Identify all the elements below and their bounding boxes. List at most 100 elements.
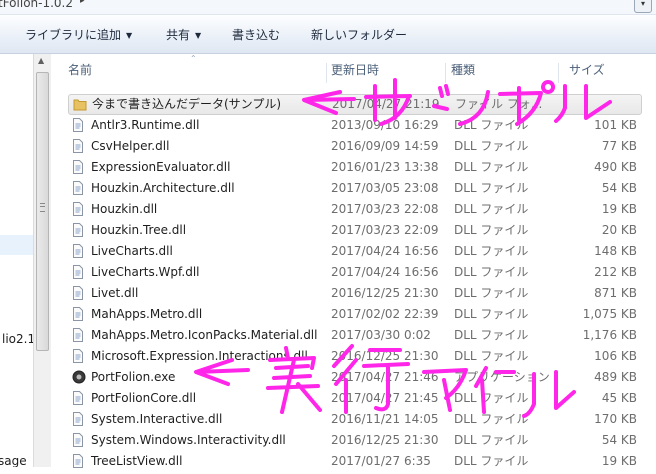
file-row[interactable]: Houzkin.Architecture.dll 2017/03/05 23:08…	[51, 178, 656, 198]
file-row[interactable]: ExpressionEvaluator.dll 2016/01/23 13:38 D…	[51, 157, 656, 177]
file-name: MahApps.Metro.IconPacks.Material.dll	[91, 328, 318, 342]
file-type: DLL ファイル	[454, 202, 529, 216]
file-row[interactable]: Antlr3.Runtime.dll 2013/09/10 16:29 DLL ファ…	[51, 115, 656, 135]
file-type: DLL ファイル	[454, 118, 529, 132]
nav-selected-item[interactable]	[0, 235, 33, 255]
column-header-date[interactable]: 更新日時	[326, 63, 446, 83]
file-row[interactable]: MahApps.Metro.dll 2017/02/02 22:39 DLL ファイ…	[51, 304, 656, 324]
file-name: PortFolion.exe	[91, 370, 176, 384]
column-header-type[interactable]: 種類	[446, 63, 559, 83]
file-row[interactable]: LiveCharts.dll 2017/04/24 16:56 DLL ファイル 14…	[51, 241, 656, 261]
file-row[interactable]: Microsoft.Expression.Interactions.dll 201…	[51, 346, 656, 366]
file-size: 54 KB	[601, 433, 637, 447]
file-size: 212 KB	[594, 265, 637, 279]
file-date: 2017/03/05 23:08	[331, 181, 439, 195]
header-name-label: 名前	[68, 63, 93, 77]
file-date: 2017/04/27 21:45	[331, 391, 439, 405]
file-size: 45 KB	[601, 391, 637, 405]
header-date-label: 更新日時	[331, 63, 380, 77]
file-name: System.Interactive.dll	[91, 412, 223, 426]
file-size: 490 KB	[594, 160, 637, 174]
nav-item-usage[interactable]: sage	[0, 454, 27, 467]
file-type: DLL ファイル	[454, 286, 529, 300]
file-size: 19 KB	[601, 202, 637, 216]
dll-file-icon	[72, 223, 84, 237]
share-button[interactable]: 共有 ▼	[166, 26, 201, 44]
scroll-up-icon[interactable]: ▲	[38, 56, 44, 65]
file-date: 2016/12/25 21:30	[331, 286, 439, 300]
file-type: DLL ファイル	[454, 433, 529, 447]
dll-file-icon	[72, 265, 84, 279]
title-dropdown-button[interactable]: ▾	[634, 0, 652, 13]
file-date: 2016/01/23 13:38	[331, 160, 439, 174]
file-name: Houzkin.Tree.dll	[91, 223, 187, 237]
file-date: 2016/09/09 14:59	[331, 139, 439, 153]
file-row[interactable]: TreeListView.dll 2017/01/27 6:35 DLL ファイル 1…	[51, 451, 656, 471]
navigation-pane[interactable]: lio2.1 sage	[0, 54, 34, 467]
file-name: CsvHelper.dll	[91, 139, 170, 153]
file-row[interactable]: Houzkin.Tree.dll 2017/03/23 22:09 DLL ファイル…	[51, 220, 656, 240]
file-type: ファイル フォ...	[455, 97, 543, 111]
file-type: DLL ファイル	[454, 328, 529, 342]
dll-file-icon	[72, 139, 84, 153]
file-date: 2017/01/27 6:35	[331, 454, 431, 468]
file-type: DLL ファイル	[454, 454, 529, 468]
scrollbar-thumb[interactable]	[36, 72, 49, 351]
file-type: DLL ファイル	[454, 223, 529, 237]
chevron-down-icon: ▼	[195, 31, 202, 40]
dll-file-icon	[72, 454, 84, 468]
chevron-down-icon: ▼	[126, 31, 133, 40]
file-type: DLL ファイル	[454, 307, 529, 321]
file-row[interactable]: CsvHelper.dll 2016/09/09 14:59 DLL ファイル 77 …	[51, 136, 656, 156]
file-size: 106 KB	[594, 349, 637, 363]
file-date: 2017/03/23 22:08	[331, 202, 439, 216]
file-type: DLL ファイル	[454, 160, 529, 174]
file-date: 2017/04/27 21:19	[332, 97, 440, 111]
new-folder-button[interactable]: 新しいフォルダー	[311, 26, 407, 44]
file-row[interactable]: 今まで書き込んだデータ(サンプル) 2017/04/27 21:19 ファイル フォ…	[68, 94, 642, 115]
dll-file-icon	[72, 160, 84, 174]
folder-icon	[73, 98, 87, 112]
add-to-library-button[interactable]: ライブラリに追加 ▼	[25, 26, 132, 44]
file-size: 77 KB	[601, 139, 637, 153]
dll-file-icon	[72, 202, 84, 216]
file-row[interactable]: Houzkin.dll 2017/03/23 22:08 DLL ファイル 19 KB	[51, 199, 656, 219]
file-name: MahApps.Metro.dll	[91, 307, 203, 321]
file-size: 101 KB	[594, 118, 637, 132]
nav-scrollbar[interactable]: ▲	[33, 54, 51, 467]
sort-ascending-icon: ⌃	[190, 54, 197, 63]
file-row[interactable]: Livet.dll 2016/12/25 21:30 DLL ファイル 871 KB	[51, 283, 656, 303]
file-name: ExpressionEvaluator.dll	[91, 160, 231, 174]
nav-item-portfolio[interactable]: lio2.1	[2, 332, 33, 346]
file-type: DLL ファイル	[454, 139, 529, 153]
file-date: 2017/03/30 0:02	[331, 328, 431, 342]
column-header-name[interactable]: 名前	[51, 63, 327, 83]
grip-icon	[40, 203, 45, 212]
file-row[interactable]: PortFolion.exe 2017/04/27 21:46 アプリケーション 48…	[51, 367, 656, 387]
command-bar: ライブラリに追加 ▼ 共有 ▼ 書き込む 新しいフォルダー	[0, 15, 656, 54]
burn-button[interactable]: 書き込む	[232, 26, 280, 44]
column-header-size[interactable]: サイズ	[559, 63, 656, 83]
dll-file-icon	[72, 307, 84, 321]
file-date: 2013/09/10 16:29	[331, 118, 439, 132]
file-size: 489 KB	[594, 370, 637, 384]
dll-file-icon	[72, 118, 84, 132]
file-size: 148 KB	[594, 244, 637, 258]
address-path[interactable]: tFolion-1.0.2	[0, 0, 73, 10]
dll-file-icon	[72, 349, 84, 363]
file-type: アプリケーション	[454, 370, 550, 384]
header-type-label: 種類	[451, 63, 476, 77]
file-row[interactable]: System.Windows.Interactivity.dll 2016/12/…	[51, 430, 656, 450]
dll-file-icon	[72, 181, 84, 195]
file-type: DLL ファイル	[454, 349, 529, 363]
file-name: PortFolionCore.dll	[91, 391, 197, 405]
file-row[interactable]: MahApps.Metro.IconPacks.Material.dll 2017…	[51, 325, 656, 345]
file-size: 1,176 KB	[582, 328, 637, 342]
file-type: DLL ファイル	[454, 265, 529, 279]
file-row[interactable]: LiveCharts.Wpf.dll 2017/04/24 16:56 DLL ファ…	[51, 262, 656, 282]
dll-file-icon	[72, 412, 84, 426]
file-row[interactable]: System.Interactive.dll 2016/11/21 14:05 DL…	[51, 409, 656, 429]
file-row[interactable]: PortFolionCore.dll 2017/04/27 21:45 DLL ファ…	[51, 388, 656, 408]
path-chevron-icon[interactable]: ▸	[80, 0, 85, 6]
file-size: 20 KB	[601, 223, 637, 237]
